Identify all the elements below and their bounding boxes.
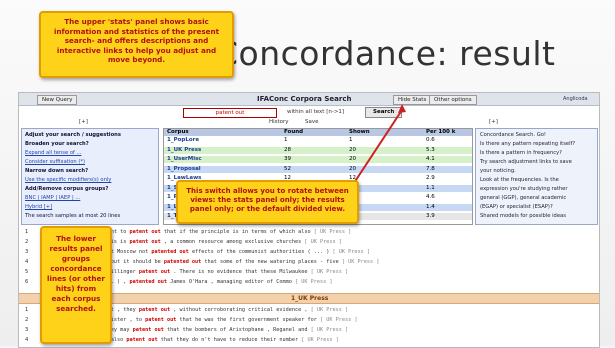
callout-stats-panel: The upper 'stats' panel shows basic info…	[39, 11, 234, 78]
arrow-head	[398, 104, 406, 113]
callout-results-panel: The lower results panel groups concordan…	[40, 226, 112, 344]
arrow-to-switch	[351, 109, 403, 187]
callout-switch: This switch allows you to rotate between…	[176, 180, 359, 224]
